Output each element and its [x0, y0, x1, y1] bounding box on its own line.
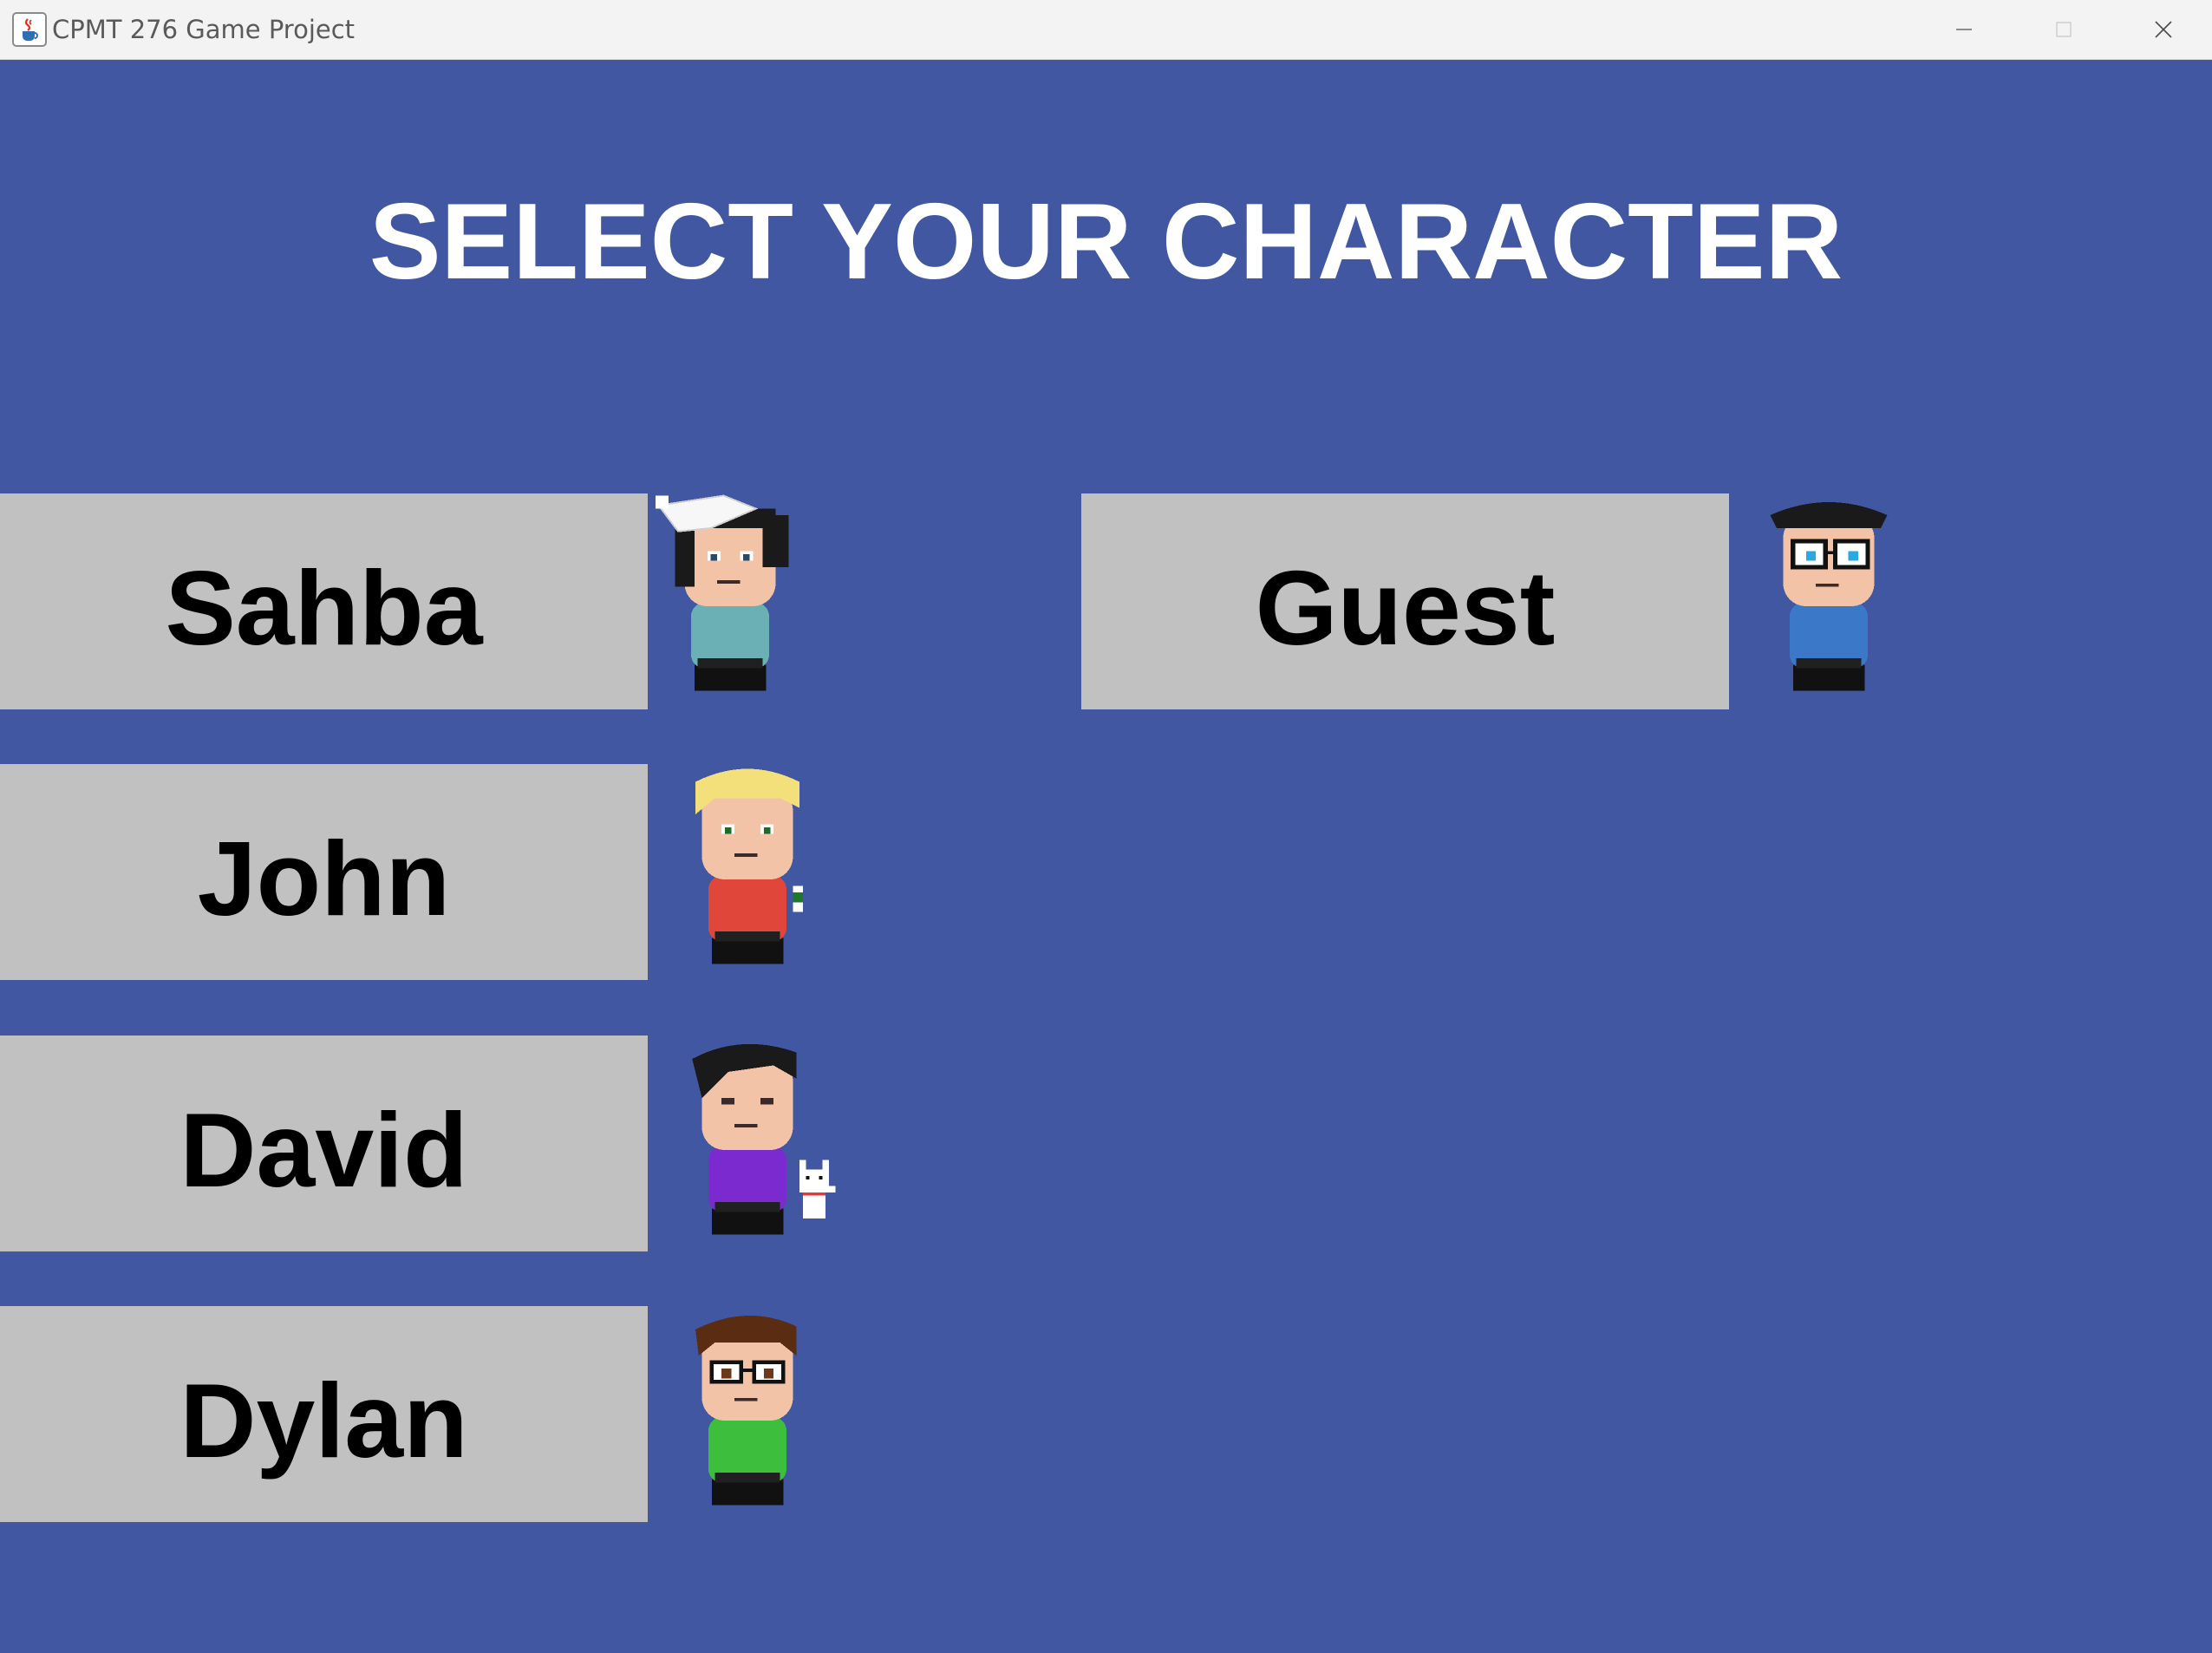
character-button-dylan[interactable]: Dylan — [0, 1306, 648, 1522]
character-name: Dylan — [179, 1362, 468, 1480]
character-name: John — [197, 820, 451, 938]
title-bar[interactable]: CPMT 276 Game Project — [0, 0, 2212, 60]
david-avatar-icon — [682, 1033, 838, 1241]
java-cup-icon — [12, 12, 47, 47]
dylan-avatar-icon — [682, 1303, 838, 1512]
character-name: Guest — [1255, 549, 1556, 667]
character-button-john[interactable]: John — [0, 764, 648, 980]
character-select-panel: SELECT YOUR CHARACTER Sahba John David D… — [0, 60, 2212, 1653]
app-window: CPMT 276 Game Project SELECT YOUR CHARAC… — [0, 0, 2212, 1653]
window-title: CPMT 276 Game Project — [52, 15, 356, 44]
close-icon — [2154, 21, 2172, 38]
minimize-button[interactable] — [1914, 0, 2013, 59]
character-button-david[interactable]: David — [0, 1036, 648, 1251]
maximize-icon — [2055, 22, 2072, 37]
close-button[interactable] — [2113, 0, 2212, 59]
page-title: SELECT YOUR CHARACTER — [369, 182, 1843, 302]
maximize-button[interactable] — [2013, 0, 2113, 59]
character-name: David — [179, 1091, 468, 1209]
minimize-icon — [1955, 29, 1972, 30]
character-button-sahba[interactable]: Sahba — [0, 493, 648, 709]
sahba-avatar-icon — [652, 489, 808, 697]
john-avatar-icon — [682, 762, 838, 970]
character-name: Sahba — [165, 549, 483, 667]
character-button-guest[interactable]: Guest — [1081, 493, 1729, 709]
guest-avatar-icon — [1764, 489, 1920, 697]
